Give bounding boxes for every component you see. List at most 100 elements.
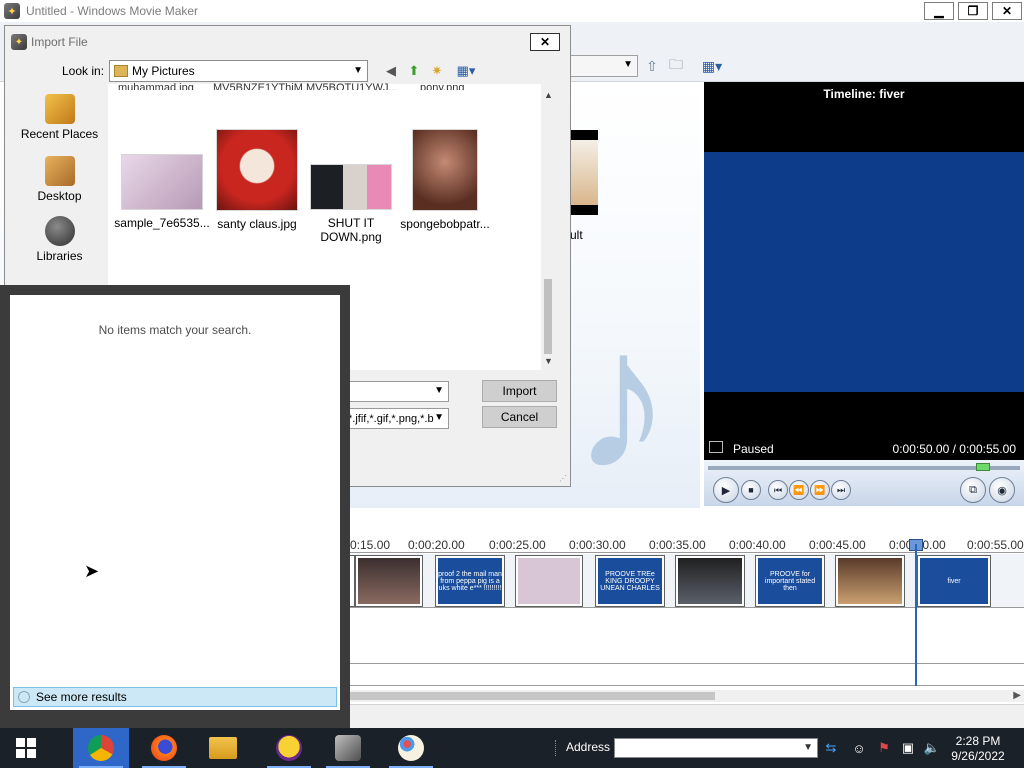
start-search-panel: No items match your search. See more res… (0, 285, 350, 728)
scroll-down-icon[interactable]: ▼ (544, 356, 553, 366)
file-type-dropdown[interactable]: *.jfif,*.gif,*.png,*.b ▼ (345, 408, 449, 429)
tick-label: 0:00:20.00 (408, 538, 465, 552)
new-folder-icon[interactable]: 🗀 (667, 56, 685, 75)
dialog-title: Import File (31, 35, 88, 49)
look-in-label: Look in: (62, 64, 105, 78)
place-desktop[interactable]: Desktop (11, 156, 108, 203)
chrome-icon (88, 735, 114, 761)
look-in-value: My Pictures (132, 64, 195, 78)
audio-track[interactable] (350, 608, 1024, 664)
collection-dropdown[interactable]: ▼ (568, 55, 638, 77)
preview-screen (704, 152, 1024, 392)
emoji-icon[interactable]: ☺ (851, 740, 867, 756)
views-icon[interactable]: ▦▾ (698, 57, 726, 75)
forward-button[interactable]: ⏩ (810, 480, 830, 500)
view-menu-icon[interactable]: ▦▾ (452, 62, 480, 80)
file-item[interactable]: SHUT IT DOWN.png (301, 164, 401, 244)
network-icon[interactable]: ▣ (900, 740, 916, 756)
back-icon[interactable]: ◀ (382, 62, 400, 80)
taskbar: Address ▼ ⇆ ☺ ⚑ ▣ 🔈 2:28 PM 9/26/2022 (0, 728, 1024, 768)
title-overlay-track[interactable] (350, 664, 1024, 686)
play-button[interactable]: ▶ (713, 477, 739, 503)
see-more-label: See more results (36, 690, 127, 704)
tick-label: 0:00:40.00 (729, 538, 786, 552)
file-name-field[interactable]: ▼ (345, 381, 449, 402)
timeline-clip[interactable]: proof 2 the mail man from peppa pig is a… (435, 555, 505, 607)
taskbar-app-file-explorer[interactable] (195, 728, 251, 768)
place-recent-places[interactable]: Recent Places (11, 94, 108, 141)
timeline-clip[interactable]: PROOVE for important stated then (755, 555, 825, 607)
address-label: Address (566, 740, 611, 754)
file-list-scroll-thumb[interactable] (544, 279, 552, 354)
playback-time: 0:00:50.00 / 0:00:55.00 (892, 442, 1016, 456)
timeline-clip[interactable] (675, 555, 745, 607)
new-folder-icon[interactable]: ✷ (428, 62, 446, 80)
seek-bar[interactable] (708, 466, 1020, 470)
no-results-message: No items match your search. (98, 323, 252, 337)
taskbar-app-yahoo-messenger[interactable] (261, 728, 317, 768)
go-arrows-icon[interactable]: ⇆ (823, 740, 839, 756)
timeline-clip[interactable] (355, 555, 423, 607)
see-more-results-button[interactable]: See more results (13, 687, 337, 707)
recent-places-icon (44, 94, 75, 124)
cancel-button[interactable]: Cancel (482, 406, 557, 428)
playback-state: Paused (733, 442, 774, 456)
chevron-down-icon: ▼ (623, 59, 633, 70)
import-button[interactable]: Import (482, 380, 557, 402)
system-clock[interactable]: 2:28 PM 9/26/2022 (944, 734, 1012, 764)
timeline-clip[interactable] (515, 555, 583, 607)
timeline-clip[interactable]: PROOVE TREe KING DROOPY UNEAN CHARLES (595, 555, 665, 607)
look-in-dropdown[interactable]: My Pictures ▼ (109, 60, 368, 82)
timeline-clip[interactable] (835, 555, 905, 607)
taskbar-app-movie-maker[interactable] (320, 728, 376, 768)
next-frame-button[interactable]: ⏭ (831, 480, 851, 500)
fullscreen-icon[interactable] (709, 441, 723, 453)
dialog-close-button[interactable]: ✕ (530, 33, 560, 51)
chevron-down-icon[interactable]: ▼ (803, 742, 813, 753)
address-input[interactable]: ▼ (614, 738, 818, 758)
file-item[interactable]: sample_7e6535... (112, 154, 212, 230)
file-name: spongebobpatr... (400, 217, 490, 231)
timeline-clip[interactable]: fiver (917, 555, 991, 607)
volume-icon[interactable]: 🔈 (924, 740, 940, 756)
file-item[interactable]: spongebobpatr... (395, 129, 495, 231)
stop-button[interactable]: ■ (741, 480, 761, 500)
take-picture-button[interactable]: ◉ (989, 477, 1015, 503)
split-clip-button[interactable]: ⧉ (960, 477, 986, 503)
scroll-up-icon[interactable]: ▲ (544, 90, 553, 100)
mouse-pointer-icon: ➤ (84, 561, 100, 581)
taskbar-app-paint[interactable] (383, 728, 439, 768)
file-type-value: *.jfif,*.gif,*.png,*.b (348, 412, 434, 425)
taskbar-app-chrome[interactable] (73, 728, 129, 768)
start-button[interactable] (0, 728, 52, 768)
maximize-button[interactable]: ❐ (958, 2, 988, 20)
up-folder-icon[interactable]: ⬆ (405, 62, 423, 80)
timeline-clip[interactable] (349, 555, 355, 607)
playhead[interactable] (915, 544, 917, 686)
timeline: 0:15.00 0:00:20.00 0:00:25.00 0:00:30.00… (349, 508, 1024, 728)
scroll-right-icon[interactable]: ▶ (1013, 690, 1021, 701)
video-track[interactable]: proof 2 the mail man from peppa pig is a… (349, 554, 1024, 608)
music-note-icon: ♪ (572, 288, 672, 511)
timeline-scrollbar[interactable]: ▶ (350, 690, 1024, 702)
file-item[interactable]: santy claus.jpg (207, 129, 307, 231)
place-label: Recent Places (20, 127, 99, 141)
taskbar-app-firefox[interactable] (136, 728, 192, 768)
flag-icon[interactable]: ⚑ (876, 740, 892, 756)
rewind-button[interactable]: ⏪ (789, 480, 809, 500)
chevron-down-icon: ▼ (353, 65, 363, 76)
previous-frame-button[interactable]: ⏮ (768, 480, 788, 500)
preview-title: Timeline: fiver (823, 87, 905, 101)
place-libraries[interactable]: Libraries (11, 216, 108, 263)
seek-thumb[interactable] (976, 463, 990, 471)
places-bar: Recent Places Desktop Libraries (11, 84, 108, 284)
dialog-titlebar: ✦ Import File (11, 34, 88, 50)
close-button[interactable]: ✕ (992, 2, 1022, 20)
resize-grip-icon[interactable]: ⋰ (559, 474, 567, 483)
file-name-cut: MV5BOTU1YWJ... (306, 82, 398, 90)
file-list-scrollbar[interactable]: ▲ ▼ (541, 84, 556, 372)
timeline-scroll-thumb[interactable] (350, 692, 715, 700)
minimize-button[interactable]: ▁ (924, 2, 954, 20)
chevron-down-icon: ▼ (434, 385, 444, 396)
up-one-level-icon[interactable]: ⇧ (643, 57, 661, 75)
